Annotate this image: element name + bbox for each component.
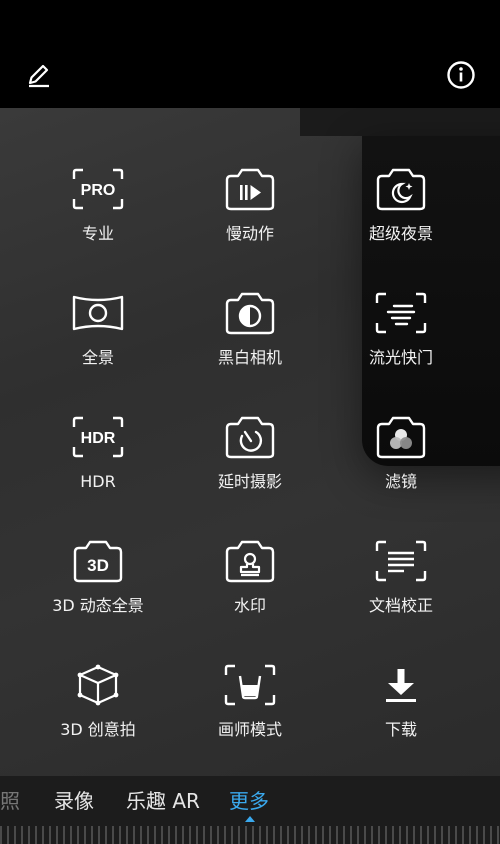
active-tab-indicator <box>245 816 255 822</box>
mode-hdr[interactable]: HDR HDR <box>23 412 173 522</box>
monochrome-camera-icon <box>225 292 275 335</box>
hdr-icon: HDR <box>72 416 124 458</box>
mode-label: HDR <box>80 472 116 491</box>
document-scan-icon <box>375 540 427 582</box>
tab-video[interactable]: 录像 <box>54 788 94 814</box>
zoom-tick-strip[interactable] <box>0 826 500 844</box>
mode-watermark[interactable]: 水印 <box>175 536 325 646</box>
tab-more[interactable]: 更多 <box>229 788 269 814</box>
edit-button[interactable] <box>22 58 56 92</box>
pro-badge: PRO <box>81 182 116 199</box>
mode-time-lapse[interactable]: 延时摄影 <box>175 412 325 522</box>
mode-label: 慢动作 <box>225 224 274 243</box>
mode-light-painting[interactable]: 流光快门 <box>326 288 476 398</box>
mode-label: 专业 <box>81 224 114 243</box>
viewfinder-background-object <box>300 108 500 136</box>
mode-super-night[interactable]: 超级夜景 <box>326 164 476 274</box>
3d-creative-icon <box>77 664 119 706</box>
mode-label: 滤镜 <box>384 472 417 491</box>
panorama-icon <box>72 295 124 331</box>
mode-tabs: 照 录像 乐趣 AR 更多 <box>0 788 500 818</box>
info-button[interactable] <box>444 58 478 92</box>
mode-label: 全景 <box>81 348 114 367</box>
mode-slow-motion[interactable]: 慢动作 <box>175 164 325 274</box>
mode-3d-creative[interactable]: 3D 创意拍 <box>23 660 173 770</box>
mode-label: 3D 创意拍 <box>60 720 136 739</box>
tab-fun-ar[interactable]: 乐趣 AR <box>126 788 200 814</box>
mode-label: 文档校正 <box>368 596 433 615</box>
artist-mode-icon <box>224 664 276 706</box>
mode-monochrome[interactable]: 黑白相机 <box>175 288 325 398</box>
top-bar <box>0 0 500 108</box>
watermark-icon <box>225 540 275 583</box>
edit-pencil-icon <box>28 64 49 88</box>
mode-artist[interactable]: 画师模式 <box>175 660 325 770</box>
mode-label: 下载 <box>384 720 417 739</box>
mode-panorama[interactable]: 全景 <box>23 288 173 398</box>
time-lapse-icon <box>225 416 275 459</box>
mode-label: 黑白相机 <box>217 348 282 367</box>
mode-label: 延时摄影 <box>217 472 282 491</box>
mode-label: 流光快门 <box>368 348 433 367</box>
filter-icon <box>376 416 426 459</box>
mode-filter[interactable]: 滤镜 <box>326 412 476 522</box>
camera-screen: PRO 专业 慢动作 超级夜景 全景 黑白相机 流光快门 HDR HDR 延时摄… <box>0 0 500 844</box>
hdr-badge: HDR <box>81 430 116 447</box>
mode-bar: 照 录像 乐趣 AR 更多 <box>0 776 500 844</box>
light-painting-icon <box>375 292 427 334</box>
camera-viewfinder: PRO 专业 慢动作 超级夜景 全景 黑白相机 流光快门 HDR HDR 延时摄… <box>0 108 500 776</box>
pro-mode-icon: PRO <box>72 168 124 210</box>
mode-3d-panorama[interactable]: 3D 3D 动态全景 <box>23 536 173 646</box>
download-icon <box>386 669 416 702</box>
mode-label: 水印 <box>233 596 266 615</box>
mode-pro[interactable]: PRO 专业 <box>23 164 173 274</box>
info-circle-icon <box>447 61 475 89</box>
mode-download[interactable]: 下载 <box>326 660 476 770</box>
mode-label: 超级夜景 <box>368 224 433 243</box>
slow-motion-icon <box>225 168 275 211</box>
mode-document-correction[interactable]: 文档校正 <box>326 536 476 646</box>
mode-label: 画师模式 <box>217 720 282 739</box>
tab-photo[interactable]: 照 <box>0 788 20 814</box>
mode-label: 3D 动态全景 <box>52 596 144 615</box>
3d-badge: 3D <box>87 556 109 575</box>
3d-panorama-icon: 3D <box>73 540 123 583</box>
night-mode-icon <box>376 168 426 211</box>
